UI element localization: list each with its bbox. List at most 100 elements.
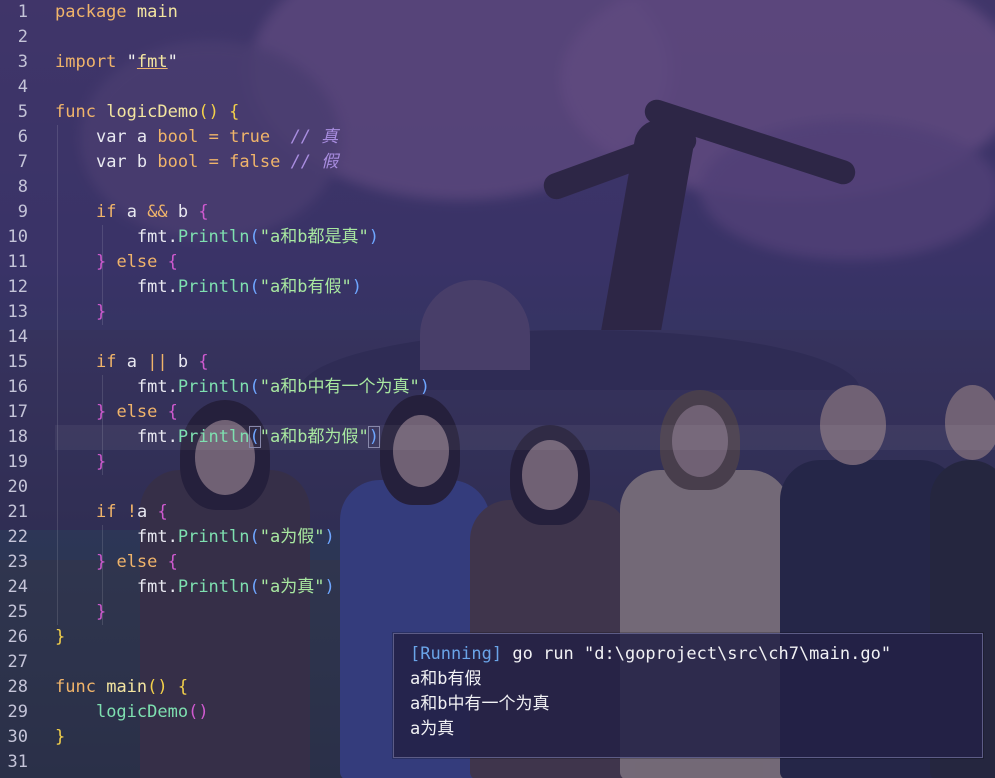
paren: )	[324, 527, 335, 547]
function-call[interactable]: Println	[178, 377, 250, 397]
brace: {	[198, 202, 209, 222]
function-call[interactable]: Println	[178, 527, 250, 547]
function-call[interactable]: logicDemo	[96, 702, 188, 722]
code-line[interactable]: import "fmt"	[55, 50, 995, 75]
string-literal: "a和b中有一个为真"	[259, 377, 420, 397]
line-number: 12	[7, 277, 28, 297]
code-line-current[interactable]: fmt.Println("a和b都为假")	[55, 425, 995, 450]
line-number: 30	[7, 727, 28, 747]
line-number: 14	[7, 327, 28, 347]
line-number: 25	[7, 602, 28, 622]
paren: (	[249, 577, 260, 597]
code-line[interactable]: var a bool = true // 真	[55, 125, 995, 150]
line-number: 26	[7, 627, 28, 647]
line-number: 28	[7, 677, 28, 697]
code-line[interactable]	[55, 175, 995, 200]
paren: (	[249, 527, 260, 547]
output-line: a和b有假	[410, 669, 482, 689]
package-name: main	[136, 2, 178, 22]
paren: (	[249, 227, 260, 247]
code-line[interactable]: }	[55, 600, 995, 625]
string-literal: "a为真"	[259, 577, 325, 597]
code-line[interactable]: } else {	[55, 400, 995, 425]
import-path[interactable]: fmt	[137, 52, 168, 72]
line-number: 24	[7, 577, 28, 597]
paren: )	[368, 227, 379, 247]
identifier: b	[136, 152, 148, 172]
code-line[interactable]	[55, 75, 995, 100]
output-panel[interactable]: [Running] go run "d:\goproject\src\ch7\m…	[393, 633, 983, 758]
identifier: a	[136, 127, 148, 147]
brace: }	[95, 552, 107, 572]
code-line[interactable]: fmt.Println("a和b中有一个为真")	[55, 375, 995, 400]
output-line: a为真	[410, 719, 455, 739]
brace: }	[95, 402, 107, 422]
string-literal: "a和b都为假"	[259, 427, 369, 447]
line-number: 23	[7, 552, 28, 572]
line-number: 6	[17, 127, 28, 147]
keyword: if	[95, 202, 117, 222]
code-line[interactable]: var b bool = false // 假	[55, 150, 995, 175]
identifier: a	[136, 502, 148, 522]
keyword: if	[95, 502, 117, 522]
keyword: else	[116, 252, 158, 272]
function-name[interactable]: logicDemo	[106, 102, 198, 122]
keyword: func	[55, 102, 96, 122]
code-line[interactable]: fmt.Println("a和b有假")	[55, 275, 995, 300]
parens: ()	[147, 677, 168, 697]
identifier: b	[177, 352, 189, 372]
operator: &&	[147, 202, 168, 222]
code-line[interactable]	[55, 325, 995, 350]
code-line[interactable]	[55, 25, 995, 50]
line-number: 1	[17, 2, 28, 22]
brace: {	[229, 102, 240, 122]
brace: }	[95, 252, 107, 272]
line-number: 4	[17, 77, 28, 97]
line-number: 8	[17, 177, 28, 197]
code-line[interactable]: } else {	[55, 250, 995, 275]
brace: }	[95, 452, 107, 472]
function-call[interactable]: Println	[178, 577, 250, 597]
function-name[interactable]: main	[106, 677, 147, 697]
paren: )	[351, 277, 362, 297]
code-line[interactable]: func logicDemo() {	[55, 100, 995, 125]
brace: }	[95, 602, 107, 622]
brace: {	[167, 402, 178, 422]
paren: (	[249, 377, 260, 397]
code-line[interactable]: fmt.Println("a为真")	[55, 575, 995, 600]
code-line[interactable]	[55, 475, 995, 500]
literal: false	[229, 152, 281, 172]
brace: }	[95, 302, 107, 322]
function-call[interactable]: Println	[178, 227, 250, 247]
code-line[interactable]: } else {	[55, 550, 995, 575]
keyword: else	[116, 402, 158, 422]
brace: {	[157, 502, 168, 522]
keyword: var	[95, 127, 127, 147]
keyword: func	[55, 677, 96, 697]
line-number: 7	[17, 152, 28, 172]
line-number: 11	[7, 252, 28, 272]
paren-matched: (	[248, 426, 261, 448]
code-line[interactable]: if a || b {	[55, 350, 995, 375]
code-line[interactable]: package main	[55, 0, 995, 25]
line-number: 13	[7, 302, 28, 322]
code-line[interactable]: fmt.Println("a和b都是真")	[55, 225, 995, 250]
package-ref: fmt.	[136, 527, 178, 547]
identifier: a	[126, 202, 137, 222]
line-number: 19	[7, 452, 28, 472]
brace: {	[167, 552, 178, 572]
code-line[interactable]: if !a {	[55, 500, 995, 525]
line-number: 20	[7, 477, 28, 497]
line-number: 18	[7, 427, 28, 447]
code-line[interactable]: if a && b {	[55, 200, 995, 225]
comment: // 假	[290, 152, 339, 172]
code-line[interactable]: fmt.Println("a为假")	[55, 525, 995, 550]
line-number: 29	[7, 702, 28, 722]
function-call[interactable]: Println	[178, 427, 250, 447]
output-line: a和b中有一个为真	[410, 694, 550, 714]
function-call[interactable]: Println	[178, 277, 250, 297]
package-ref: fmt.	[136, 427, 178, 447]
code-line[interactable]: }	[55, 450, 995, 475]
code-line[interactable]: }	[55, 300, 995, 325]
parens: ()	[188, 702, 209, 722]
